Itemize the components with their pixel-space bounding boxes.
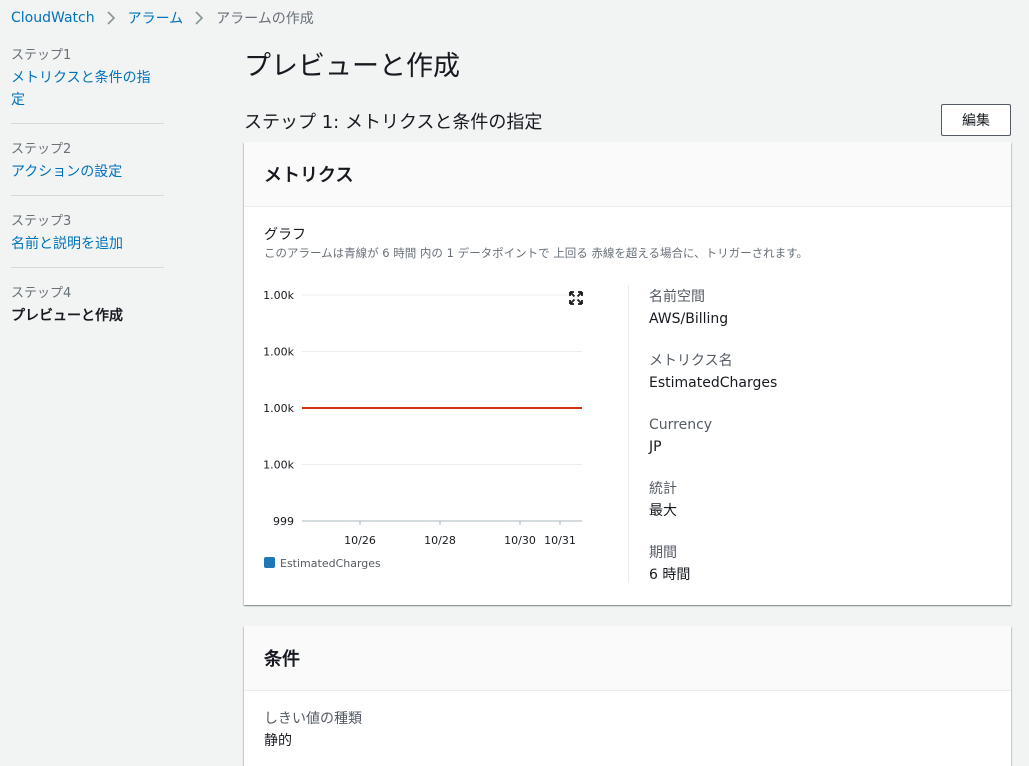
- namespace-label: 名前空間: [649, 289, 705, 305]
- namespace-value: AWS/Billing: [649, 311, 729, 327]
- wizard-nav: ステップ1 メトリクスと条件の指定 ステップ2 アクションの設定 ステップ3 名…: [11, 44, 164, 353]
- conditions-panel: 条件 しきい値の種類 静的: [244, 626, 1011, 766]
- x-tick-label: 10/26: [344, 534, 376, 547]
- chevron-right-icon: [107, 11, 116, 25]
- nav-step-number: ステップ1: [11, 48, 72, 63]
- period-value: 6 時間: [649, 567, 691, 583]
- legend-label: EstimatedCharges: [280, 557, 381, 570]
- graph-title: グラフ: [264, 227, 306, 243]
- panel-divider: [628, 285, 629, 583]
- nav-step-current: プレビューと作成: [11, 308, 123, 324]
- period-label: 期間: [649, 545, 677, 561]
- y-tick-label: 999: [273, 515, 294, 528]
- breadcrumb-current: アラームの作成: [216, 11, 314, 27]
- nav-step-2: ステップ2 アクションの設定: [11, 138, 164, 196]
- nav-step-number: ステップ2: [11, 142, 72, 157]
- y-tick-label: 1.00k: [263, 402, 294, 415]
- metrics-panel: メトリクス グラフ このアラームは青線が 6 時間 内の 1 データポイントで …: [244, 142, 1011, 605]
- page-title: プレビューと作成: [244, 51, 460, 82]
- nav-step-3: ステップ3 名前と説明を追加: [11, 210, 164, 268]
- breadcrumb: CloudWatch アラーム アラームの作成: [11, 9, 314, 27]
- expand-icon[interactable]: [569, 291, 583, 305]
- nav-step-1: ステップ1 メトリクスと条件の指定: [11, 44, 164, 124]
- chevron-right-icon: [195, 11, 204, 25]
- threshold-type-label: しきい値の種類: [264, 711, 362, 727]
- nav-step-number: ステップ3: [11, 214, 72, 229]
- y-tick-label: 1.00k: [263, 346, 294, 359]
- breadcrumb-alarms[interactable]: アラーム: [128, 8, 184, 28]
- currency-label: Currency: [649, 417, 713, 433]
- y-tick-label: 1.00k: [263, 459, 294, 472]
- nav-step-link-metrics[interactable]: メトリクスと条件の指定: [11, 67, 164, 111]
- edit-button[interactable]: 編集: [941, 104, 1011, 136]
- metric-name-label: メトリクス名: [649, 353, 733, 369]
- x-tick-label: 10/31: [544, 534, 576, 547]
- nav-step-link-name[interactable]: 名前と説明を追加: [11, 233, 164, 255]
- breadcrumb-cloudwatch[interactable]: CloudWatch: [11, 10, 95, 26]
- graph-description: このアラームは青線が 6 時間 内の 1 データポイントで 上回る 赤線を超える…: [264, 246, 809, 260]
- metrics-header: メトリクス: [244, 142, 1011, 207]
- metric-name-value: EstimatedCharges: [649, 375, 778, 391]
- statistic-label: 統計: [649, 481, 677, 497]
- currency-value: JP: [649, 439, 662, 455]
- x-tick-label: 10/30: [504, 534, 536, 547]
- nav-step-4: ステップ4 プレビューと作成: [11, 282, 164, 339]
- metric-details: 名前空間 AWS/Billing メトリクス名 EstimatedCharges…: [649, 286, 777, 606]
- threshold-type-value: 静的: [264, 733, 292, 749]
- x-tick-label: 10/28: [424, 534, 456, 547]
- conditions-header: 条件: [244, 626, 1011, 691]
- nav-step-number: ステップ4: [11, 286, 72, 301]
- statistic-value: 最大: [649, 503, 677, 519]
- nav-step-link-actions[interactable]: アクションの設定: [11, 161, 164, 183]
- metric-chart: 1.00k 1.00k 1.00k 1.00k 999 10/26 10/28 10/30 10…: [263, 289, 583, 570]
- legend-swatch: [264, 557, 275, 568]
- y-tick-label: 1.00k: [263, 289, 294, 302]
- step-heading: ステップ 1: メトリクスと条件の指定: [244, 112, 543, 133]
